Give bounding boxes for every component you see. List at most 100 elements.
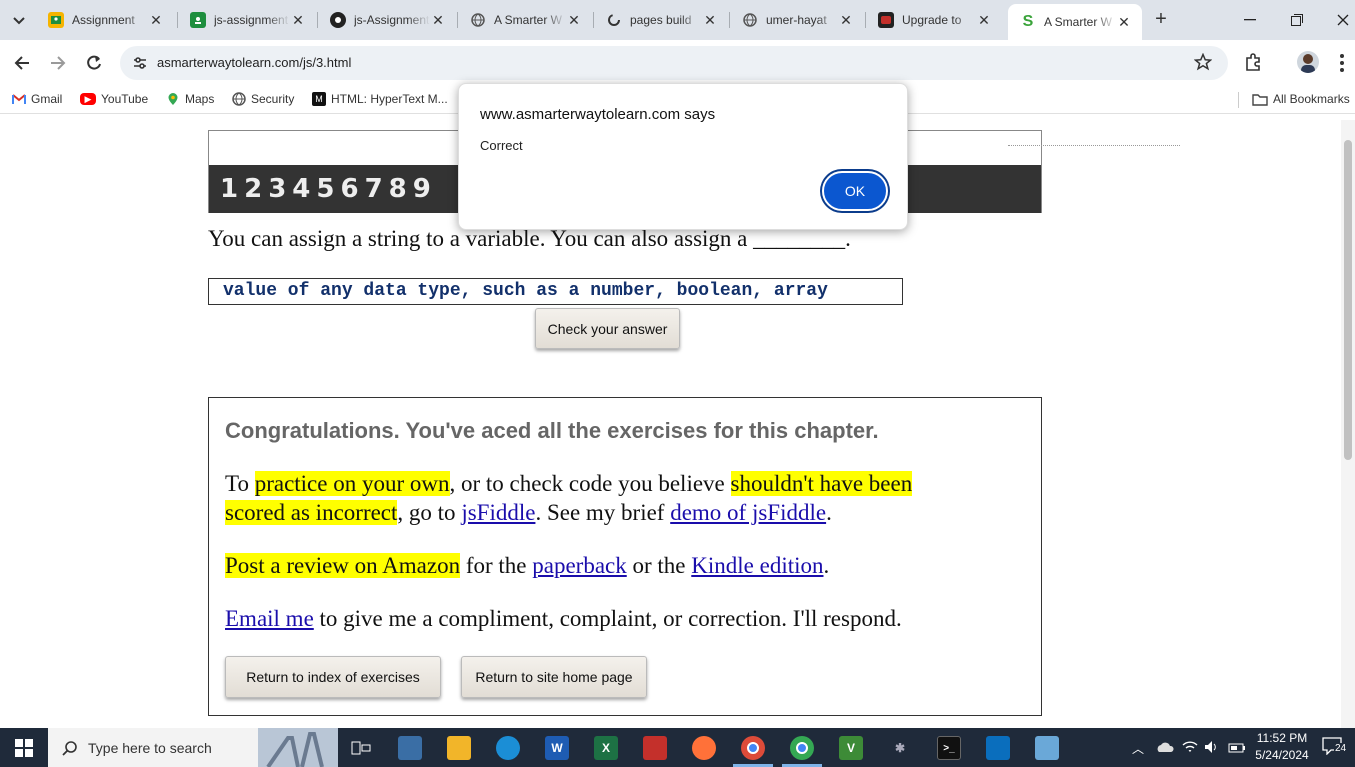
volume-icon[interactable] (1204, 740, 1220, 759)
close-window-button[interactable] (1329, 8, 1355, 32)
restore-button[interactable] (1283, 8, 1311, 32)
forward-button[interactable] (45, 50, 71, 76)
wifi-icon[interactable] (1182, 740, 1198, 759)
terminal-icon[interactable]: >_ (937, 736, 961, 760)
globe-icon (742, 12, 758, 28)
bookmark-security[interactable]: Security (232, 92, 294, 106)
congratulations-box: Congratulations. You've aced all the exe… (208, 397, 1042, 716)
close-icon[interactable]: ✕ (148, 12, 164, 29)
return-index-button[interactable]: Return to index of exercises (225, 656, 441, 698)
puzzle-icon (1246, 53, 1260, 71)
highlight-review: Post a review on Amazon (225, 553, 461, 578)
bookmark-maps[interactable]: Maps (166, 92, 214, 106)
tab-js-assignment[interactable]: js-assignment ✕ (178, 6, 316, 34)
bookmark-html-mdn[interactable]: M HTML: HyperText M... (312, 92, 448, 106)
kindle-edition-link[interactable]: Kindle edition (691, 553, 823, 578)
alert-ok-button[interactable]: OK (822, 171, 888, 211)
all-bookmarks-button[interactable]: All Bookmarks (1252, 92, 1350, 106)
answer-input[interactable]: value of any data type, such as a number… (208, 278, 903, 305)
chapter-link-4[interactable]: 4 (292, 174, 310, 204)
minimize-button[interactable] (1236, 8, 1264, 32)
task-view-icon[interactable] (349, 736, 373, 760)
check-answer-button[interactable]: Check your answer (535, 308, 680, 349)
chrome-profile-icon[interactable] (790, 736, 814, 760)
search-icon (62, 740, 77, 756)
chapter-link-2[interactable]: 2 (244, 174, 262, 204)
return-home-button[interactable]: Return to site home page (461, 656, 647, 698)
chapter-link-6[interactable]: 6 (340, 174, 358, 204)
tab-smarter-way-active[interactable]: S A Smarter W ✕ (1008, 4, 1142, 40)
search-highlight-image-icon (258, 728, 338, 767)
battery-icon[interactable] (1228, 741, 1246, 759)
tab-js-assignment-github[interactable]: js-Assignment ✕ (318, 6, 456, 34)
close-icon (1337, 14, 1349, 26)
spider-app-icon[interactable]: ✱ (888, 736, 912, 760)
globe-icon (470, 12, 486, 28)
paperback-link[interactable]: paperback (532, 553, 627, 578)
chapter-link-1[interactable]: 1 (220, 174, 238, 204)
excel-icon[interactable]: X (594, 736, 618, 760)
tab-pages-build[interactable]: pages build ✕ (594, 6, 728, 34)
close-icon[interactable]: ✕ (702, 12, 718, 29)
browser-menu-button[interactable] (1334, 52, 1350, 74)
bookmark-star-button[interactable] (1193, 52, 1214, 73)
highlight-practice: practice on your own (254, 471, 450, 496)
chapter-link-3[interactable]: 3 (268, 174, 286, 204)
folder-icon (1252, 92, 1268, 106)
tab-umer-hayat[interactable]: umer-hayat ✕ (730, 6, 864, 34)
notepad-icon[interactable] (1035, 736, 1059, 760)
close-icon[interactable]: ✕ (566, 12, 582, 29)
chapter-link-7[interactable]: 7 (365, 174, 383, 204)
jsfiddle-link[interactable]: jsFiddle (461, 500, 535, 525)
url-text[interactable]: asmarterwaytolearn.com/js/3.html (157, 55, 351, 70)
edge-icon[interactable] (496, 736, 520, 760)
address-bar[interactable]: asmarterwaytolearn.com/js/3.html (120, 46, 1228, 80)
word-icon[interactable]: W (545, 736, 569, 760)
close-icon[interactable]: ✕ (1116, 14, 1132, 31)
bookmark-gmail[interactable]: Gmail (12, 92, 62, 106)
app-icon (878, 12, 894, 28)
tab-upgrade[interactable]: Upgrade to ✕ (866, 6, 1002, 34)
chapter-link-8[interactable]: 8 (389, 174, 407, 204)
screen-recorder-icon[interactable] (643, 736, 667, 760)
new-tab-button[interactable]: + (1150, 9, 1172, 31)
tab-search-button[interactable] (8, 10, 30, 32)
reload-button[interactable] (81, 50, 107, 76)
demo-jsfiddle-link[interactable]: demo of jsFiddle (670, 500, 826, 525)
start-button[interactable] (0, 728, 48, 767)
page-scrollbar[interactable] (1341, 120, 1355, 728)
email-paragraph: Email me to give me a compliment, compla… (225, 606, 902, 631)
minimize-icon (1244, 19, 1256, 21)
close-icon[interactable]: ✕ (430, 12, 446, 29)
chapter-link-5[interactable]: 5 (316, 174, 334, 204)
arrow-right-icon (51, 56, 66, 70)
email-me-link[interactable]: Email me (225, 606, 314, 631)
file-explorer-icon[interactable] (447, 736, 471, 760)
tab-strip: Assignment ✕ js-assignment ✕ js-Assignme… (0, 0, 1355, 40)
chrome-icon[interactable] (741, 736, 765, 760)
arrow-left-icon (14, 56, 29, 70)
tab-smarter-way-1[interactable]: A Smarter W ✕ (458, 6, 592, 34)
site-info-icon[interactable] (132, 55, 148, 71)
taskbar-clock[interactable]: 11:52 PM 5/24/2024 (1254, 730, 1310, 764)
firefox-icon[interactable] (692, 736, 716, 760)
browser-toolbar: asmarterwaytolearn.com/js/3.html (0, 40, 1355, 86)
onedrive-icon[interactable] (1156, 740, 1174, 754)
close-icon[interactable]: ✕ (976, 12, 992, 29)
show-hidden-icons-button[interactable]: ︿ (1132, 740, 1144, 757)
maps-icon (166, 92, 180, 106)
scrollbar-thumb[interactable] (1344, 140, 1352, 460)
vscode-icon[interactable] (986, 736, 1010, 760)
people-app-icon[interactable] (398, 736, 422, 760)
taskbar-search-box[interactable]: Type here to search (48, 728, 338, 767)
notifications-button[interactable]: 24 (1322, 737, 1348, 757)
close-icon[interactable]: ✕ (290, 12, 306, 29)
chapter-link-9[interactable]: 9 (413, 174, 431, 204)
bookmark-youtube[interactable]: ▶ YouTube (80, 92, 148, 106)
vim-icon[interactable]: V (839, 736, 863, 760)
close-icon[interactable]: ✕ (838, 12, 854, 29)
tab-assignment[interactable]: Assignment ✕ (36, 6, 174, 34)
profile-avatar[interactable] (1297, 51, 1319, 73)
extensions-button[interactable] (1244, 52, 1266, 74)
back-button[interactable] (9, 50, 35, 76)
